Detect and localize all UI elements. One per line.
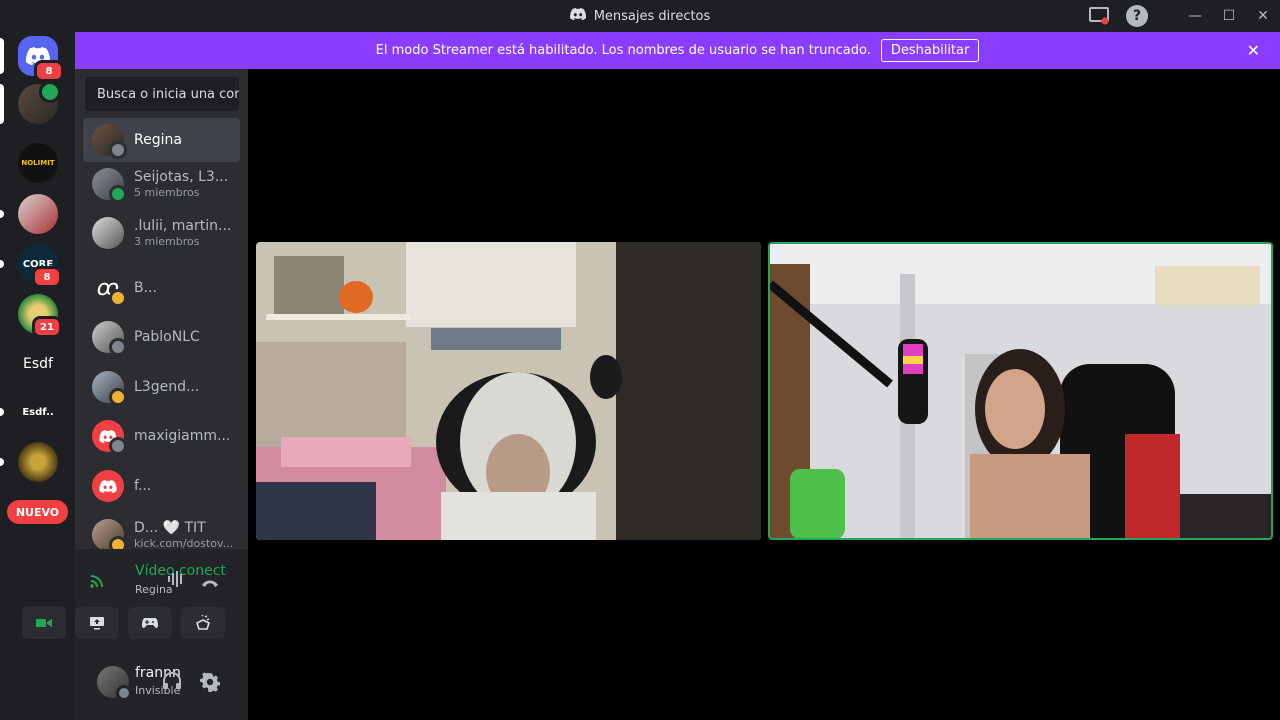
dm-name: maxigiamm... (134, 428, 231, 444)
dm-name: f... (134, 478, 152, 494)
unread-dot (0, 260, 4, 268)
streamer-mode-banner: El modo Streamer está habilitado. Los no… (75, 32, 1280, 69)
server-7[interactable] (18, 442, 58, 482)
help-icon[interactable]: ? (1126, 5, 1148, 27)
video-tile-regina[interactable] (768, 242, 1273, 540)
unread-pill (0, 84, 4, 124)
title-text: Mensajes directos (593, 8, 711, 24)
connection-signal-icon[interactable] (89, 571, 107, 593)
dm-name: D... 🤍 TIT (134, 520, 206, 536)
soundboard-icon (196, 615, 210, 630)
server-core[interactable]: CORE 8 (18, 244, 62, 288)
banner-message: El modo Streamer está habilitado. Los no… (375, 43, 871, 58)
noise-suppression-icon[interactable] (167, 571, 185, 591)
server-2[interactable] (18, 194, 58, 234)
search-input[interactable]: Busca o inicia una con... (85, 77, 239, 111)
dm-name: .lulii, martin... (134, 218, 232, 234)
dm-item-l3gend[interactable]: L3gend... (83, 365, 240, 409)
video-tile-self[interactable] (256, 242, 761, 540)
dm-item-regina[interactable]: Regina (83, 118, 240, 162)
dm-item-maxigiamm[interactable]: maxigiamm... (83, 414, 240, 458)
status-icon (109, 437, 127, 455)
unread-dot (0, 458, 4, 466)
dm-item-group-1[interactable]: Seijotas, L3... 5 miembros (83, 162, 240, 206)
server-label: Esdf.. (22, 406, 54, 418)
dm-avatar-button[interactable] (18, 81, 61, 124)
unread-dot (0, 210, 4, 218)
group-avatar (92, 168, 127, 203)
dm-item-f[interactable]: f... (83, 464, 240, 508)
dm-item-group-2[interactable]: .lulii, martin... 3 miembros (83, 211, 240, 255)
avatar (92, 420, 127, 455)
title-bar: Mensajes directos ? — ☐ ✕ (0, 0, 1280, 32)
dm-name: L3gend... (134, 379, 200, 395)
dm-members: 5 miembros (134, 186, 200, 199)
maximize-icon[interactable]: ☐ (1212, 0, 1246, 32)
user-avatar[interactable] (97, 666, 132, 701)
screen-share-button[interactable] (75, 607, 119, 639)
headphones-icon[interactable] (162, 672, 182, 694)
server-label: NOLIMIT (21, 159, 55, 167)
status-icon (109, 289, 127, 307)
server-nolimit[interactable]: NOLIMIT (18, 143, 58, 183)
direct-messages-button[interactable]: 8 (18, 36, 64, 82)
webcam-feed-room-2 (770, 244, 1271, 538)
gamepad-icon (142, 618, 158, 629)
close-window-icon[interactable]: ✕ (1246, 0, 1280, 32)
server-badge: 21 (32, 316, 62, 338)
inbox-monitor-icon[interactable] (1082, 0, 1116, 32)
status-icon (109, 185, 127, 203)
screen-share-icon (90, 617, 104, 630)
dm-item-b[interactable]: ꝏ B... (83, 266, 240, 310)
disconnect-icon[interactable] (201, 573, 219, 592)
settings-gear-icon[interactable] (200, 672, 220, 696)
new-badge[interactable]: NUEVO (7, 500, 68, 524)
disable-streamer-button[interactable]: Deshabilitar (880, 39, 980, 62)
avatar (92, 519, 127, 554)
status-icon (109, 338, 127, 356)
soundboard-button[interactable] (181, 607, 225, 639)
avatar (92, 470, 124, 502)
server-label: Esdf (23, 356, 53, 372)
dm-name: PabloNLC (134, 329, 200, 345)
dm-name: Regina (134, 132, 182, 148)
dm-item-pablonlc[interactable]: PabloNLC (83, 315, 240, 359)
activities-button[interactable] (128, 607, 172, 639)
unread-dot (0, 408, 4, 416)
dm-members: 3 miembros (134, 235, 200, 248)
server-esdf-2[interactable]: Esdf.. (18, 392, 58, 432)
status-icon (109, 388, 127, 406)
avatar (92, 124, 127, 159)
server-esdf[interactable]: Esdf (18, 344, 58, 384)
dm-name: Seijotas, L3... (134, 169, 229, 185)
server-badge: 8 (32, 266, 62, 288)
minimize-icon[interactable]: — (1178, 0, 1212, 32)
camera-button[interactable] (22, 607, 66, 639)
dm-name: B... (134, 280, 157, 296)
server-4[interactable]: 21 (18, 294, 62, 338)
message-notification-icon (39, 81, 61, 103)
avatar: ꝏ (92, 272, 127, 307)
status-icon (109, 141, 127, 159)
selected-pill (0, 38, 4, 74)
window-title: Mensajes directos (569, 8, 711, 24)
discord-default-avatar-icon (99, 479, 117, 493)
webcam-feed-room-1 (256, 242, 761, 540)
video-camera-icon (36, 619, 52, 627)
discord-logo-icon (569, 8, 586, 24)
home-badge: 8 (34, 60, 64, 82)
invisible-status-icon (116, 685, 132, 701)
avatar (92, 321, 127, 356)
close-banner-icon[interactable]: ✕ (1247, 41, 1260, 60)
avatar (92, 371, 127, 406)
group-avatar (92, 217, 124, 249)
